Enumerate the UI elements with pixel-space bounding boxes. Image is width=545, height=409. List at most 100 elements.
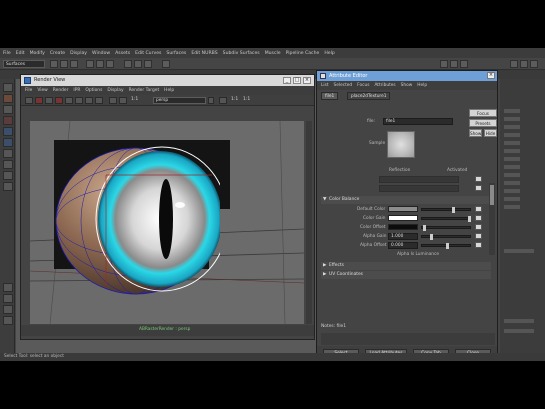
render-view-scrollbar[interactable] — [306, 121, 312, 324]
manipulator-tool-icon[interactable] — [3, 149, 13, 158]
rv-menu-item[interactable]: Render Target — [129, 88, 160, 93]
select-object-icon[interactable] — [96, 60, 104, 68]
rv-menu-item[interactable]: IPR — [73, 88, 80, 93]
snap-grid-icon[interactable] — [124, 60, 132, 68]
camera-dropdown[interactable]: persp — [153, 97, 206, 104]
ae-menu-item[interactable]: Selected — [334, 83, 353, 88]
map-button-icon[interactable] — [475, 242, 482, 248]
main-menu-item[interactable]: Muscle — [265, 51, 281, 56]
channel-row[interactable] — [504, 189, 520, 193]
history-icon[interactable] — [162, 60, 170, 68]
ae-menu-item[interactable]: Show — [401, 83, 413, 88]
rgb-channels-icon[interactable] — [75, 97, 83, 104]
render-view-titlebar[interactable]: Render View _ □ × — [21, 75, 314, 86]
node-name-field[interactable]: file1 — [383, 118, 453, 125]
tab-place2dtexture1[interactable]: place2dTexture1 — [347, 92, 391, 100]
map-button-icon[interactable] — [475, 206, 482, 212]
tool-settings-toggle-icon[interactable] — [530, 60, 538, 68]
maximize-button[interactable]: □ — [293, 77, 301, 84]
layer-row[interactable] — [504, 319, 534, 323]
notes-text-area[interactable] — [321, 333, 495, 345]
refresh-icon[interactable] — [45, 97, 53, 104]
tab-file1[interactable]: file1 — [321, 92, 339, 100]
attribute-editor-titlebar[interactable]: Attribute Editor × — [317, 71, 497, 81]
default-color-slider[interactable] — [421, 207, 471, 213]
browse-folder-icon[interactable] — [475, 176, 482, 182]
activated-checkbox-label[interactable]: Activated — [447, 168, 467, 173]
browse-sequence-icon[interactable] — [475, 185, 482, 191]
render-icon[interactable] — [440, 60, 448, 68]
select-tool-icon[interactable] — [3, 83, 13, 92]
channel-row[interactable] — [504, 165, 520, 169]
channel-box-toggle-icon[interactable] — [510, 60, 518, 68]
alpha-offset-field[interactable]: 0.000 — [388, 242, 418, 249]
section-color-balance[interactable]: ▼ Color Balance — [321, 196, 491, 204]
ae-menu-item[interactable]: Help — [417, 83, 427, 88]
channel-row[interactable] — [504, 181, 520, 185]
mode-selector[interactable]: Surfaces — [3, 60, 45, 68]
ae-menu-item[interactable]: Attributes — [374, 83, 395, 88]
ipr-icon[interactable] — [35, 97, 43, 104]
open-scene-icon[interactable] — [60, 60, 68, 68]
keep-image-icon[interactable] — [109, 97, 117, 104]
rv-menu-item[interactable]: Display — [107, 88, 123, 93]
main-menu-item[interactable]: Help — [324, 51, 334, 56]
layout-single-icon[interactable] — [3, 171, 13, 180]
minimize-button[interactable]: _ — [283, 77, 291, 84]
alpha-gain-field[interactable]: 1.000 — [388, 233, 418, 240]
real-size-icon[interactable] — [95, 97, 103, 104]
color-offset-slider[interactable] — [421, 225, 471, 231]
ipr-render-icon[interactable] — [450, 60, 458, 68]
lasso-tool-icon[interactable] — [3, 94, 13, 103]
main-menu-item[interactable]: Modify — [30, 51, 45, 56]
paint-select-tool-icon[interactable] — [3, 105, 13, 114]
rv-menu-item[interactable]: Help — [164, 88, 174, 93]
close-button[interactable]: × — [303, 77, 311, 84]
color-offset-swatch[interactable] — [388, 224, 418, 230]
layout-four-icon[interactable] — [3, 182, 13, 191]
render-settings-icon[interactable] — [460, 60, 468, 68]
channel-row[interactable] — [504, 197, 520, 201]
rv-menu-item[interactable]: Options — [85, 88, 102, 93]
main-menu-item[interactable]: Edit — [16, 51, 25, 56]
move-tool-icon[interactable] — [3, 116, 13, 125]
snapshot-icon[interactable] — [65, 97, 73, 104]
alpha-offset-slider[interactable] — [421, 243, 471, 249]
render-canvas[interactable] — [30, 121, 304, 324]
section-uv-coordinates[interactable]: ▶ UV Coordinates — [321, 271, 491, 279]
color-gain-swatch[interactable] — [388, 215, 418, 221]
focus-button[interactable]: Focus — [469, 109, 497, 117]
main-menu-item[interactable]: Pipeline Cache — [286, 51, 320, 56]
default-color-swatch[interactable] — [388, 206, 418, 212]
rv-menu-item[interactable]: Render — [53, 88, 69, 93]
main-menu-item[interactable]: Assets — [115, 51, 130, 56]
ae-menu-item[interactable]: List — [321, 83, 329, 88]
rv-menu-item[interactable]: File — [25, 88, 32, 93]
channel-row[interactable] — [504, 149, 520, 153]
snap-curve-icon[interactable] — [134, 60, 142, 68]
layout-custom-icon[interactable] — [3, 316, 13, 325]
chevron-down-icon[interactable] — [208, 97, 214, 104]
main-menu-item[interactable]: Edit NURBS — [191, 51, 217, 56]
map-button-icon[interactable] — [475, 233, 482, 239]
redo-render-icon[interactable] — [25, 97, 33, 104]
layer-row[interactable] — [504, 249, 534, 253]
channel-row[interactable] — [504, 117, 520, 121]
channel-row[interactable] — [504, 141, 520, 145]
ae-menu-item[interactable]: Focus — [357, 83, 369, 88]
map-button-icon[interactable] — [475, 224, 482, 230]
attribute-editor-scrollbar[interactable] — [489, 183, 495, 255]
rv-menu-item[interactable]: View — [37, 88, 47, 93]
main-menu-item[interactable]: File — [3, 51, 11, 56]
main-menu-item[interactable]: Window — [92, 51, 110, 56]
channel-row[interactable] — [504, 205, 520, 209]
rotate-tool-icon[interactable] — [3, 127, 13, 136]
alpha-is-luminance-checkbox[interactable]: Alpha Is Luminance — [397, 252, 439, 257]
select-hierarchy-icon[interactable] — [86, 60, 94, 68]
main-menu-item[interactable]: Edit Curves — [135, 51, 161, 56]
remove-image-icon[interactable] — [119, 97, 127, 104]
channel-row[interactable] — [504, 173, 520, 177]
show-button[interactable]: Show — [469, 129, 482, 137]
layout-hypershade-icon[interactable] — [3, 305, 13, 314]
main-menu-item[interactable]: Subdiv Surfaces — [223, 51, 260, 56]
